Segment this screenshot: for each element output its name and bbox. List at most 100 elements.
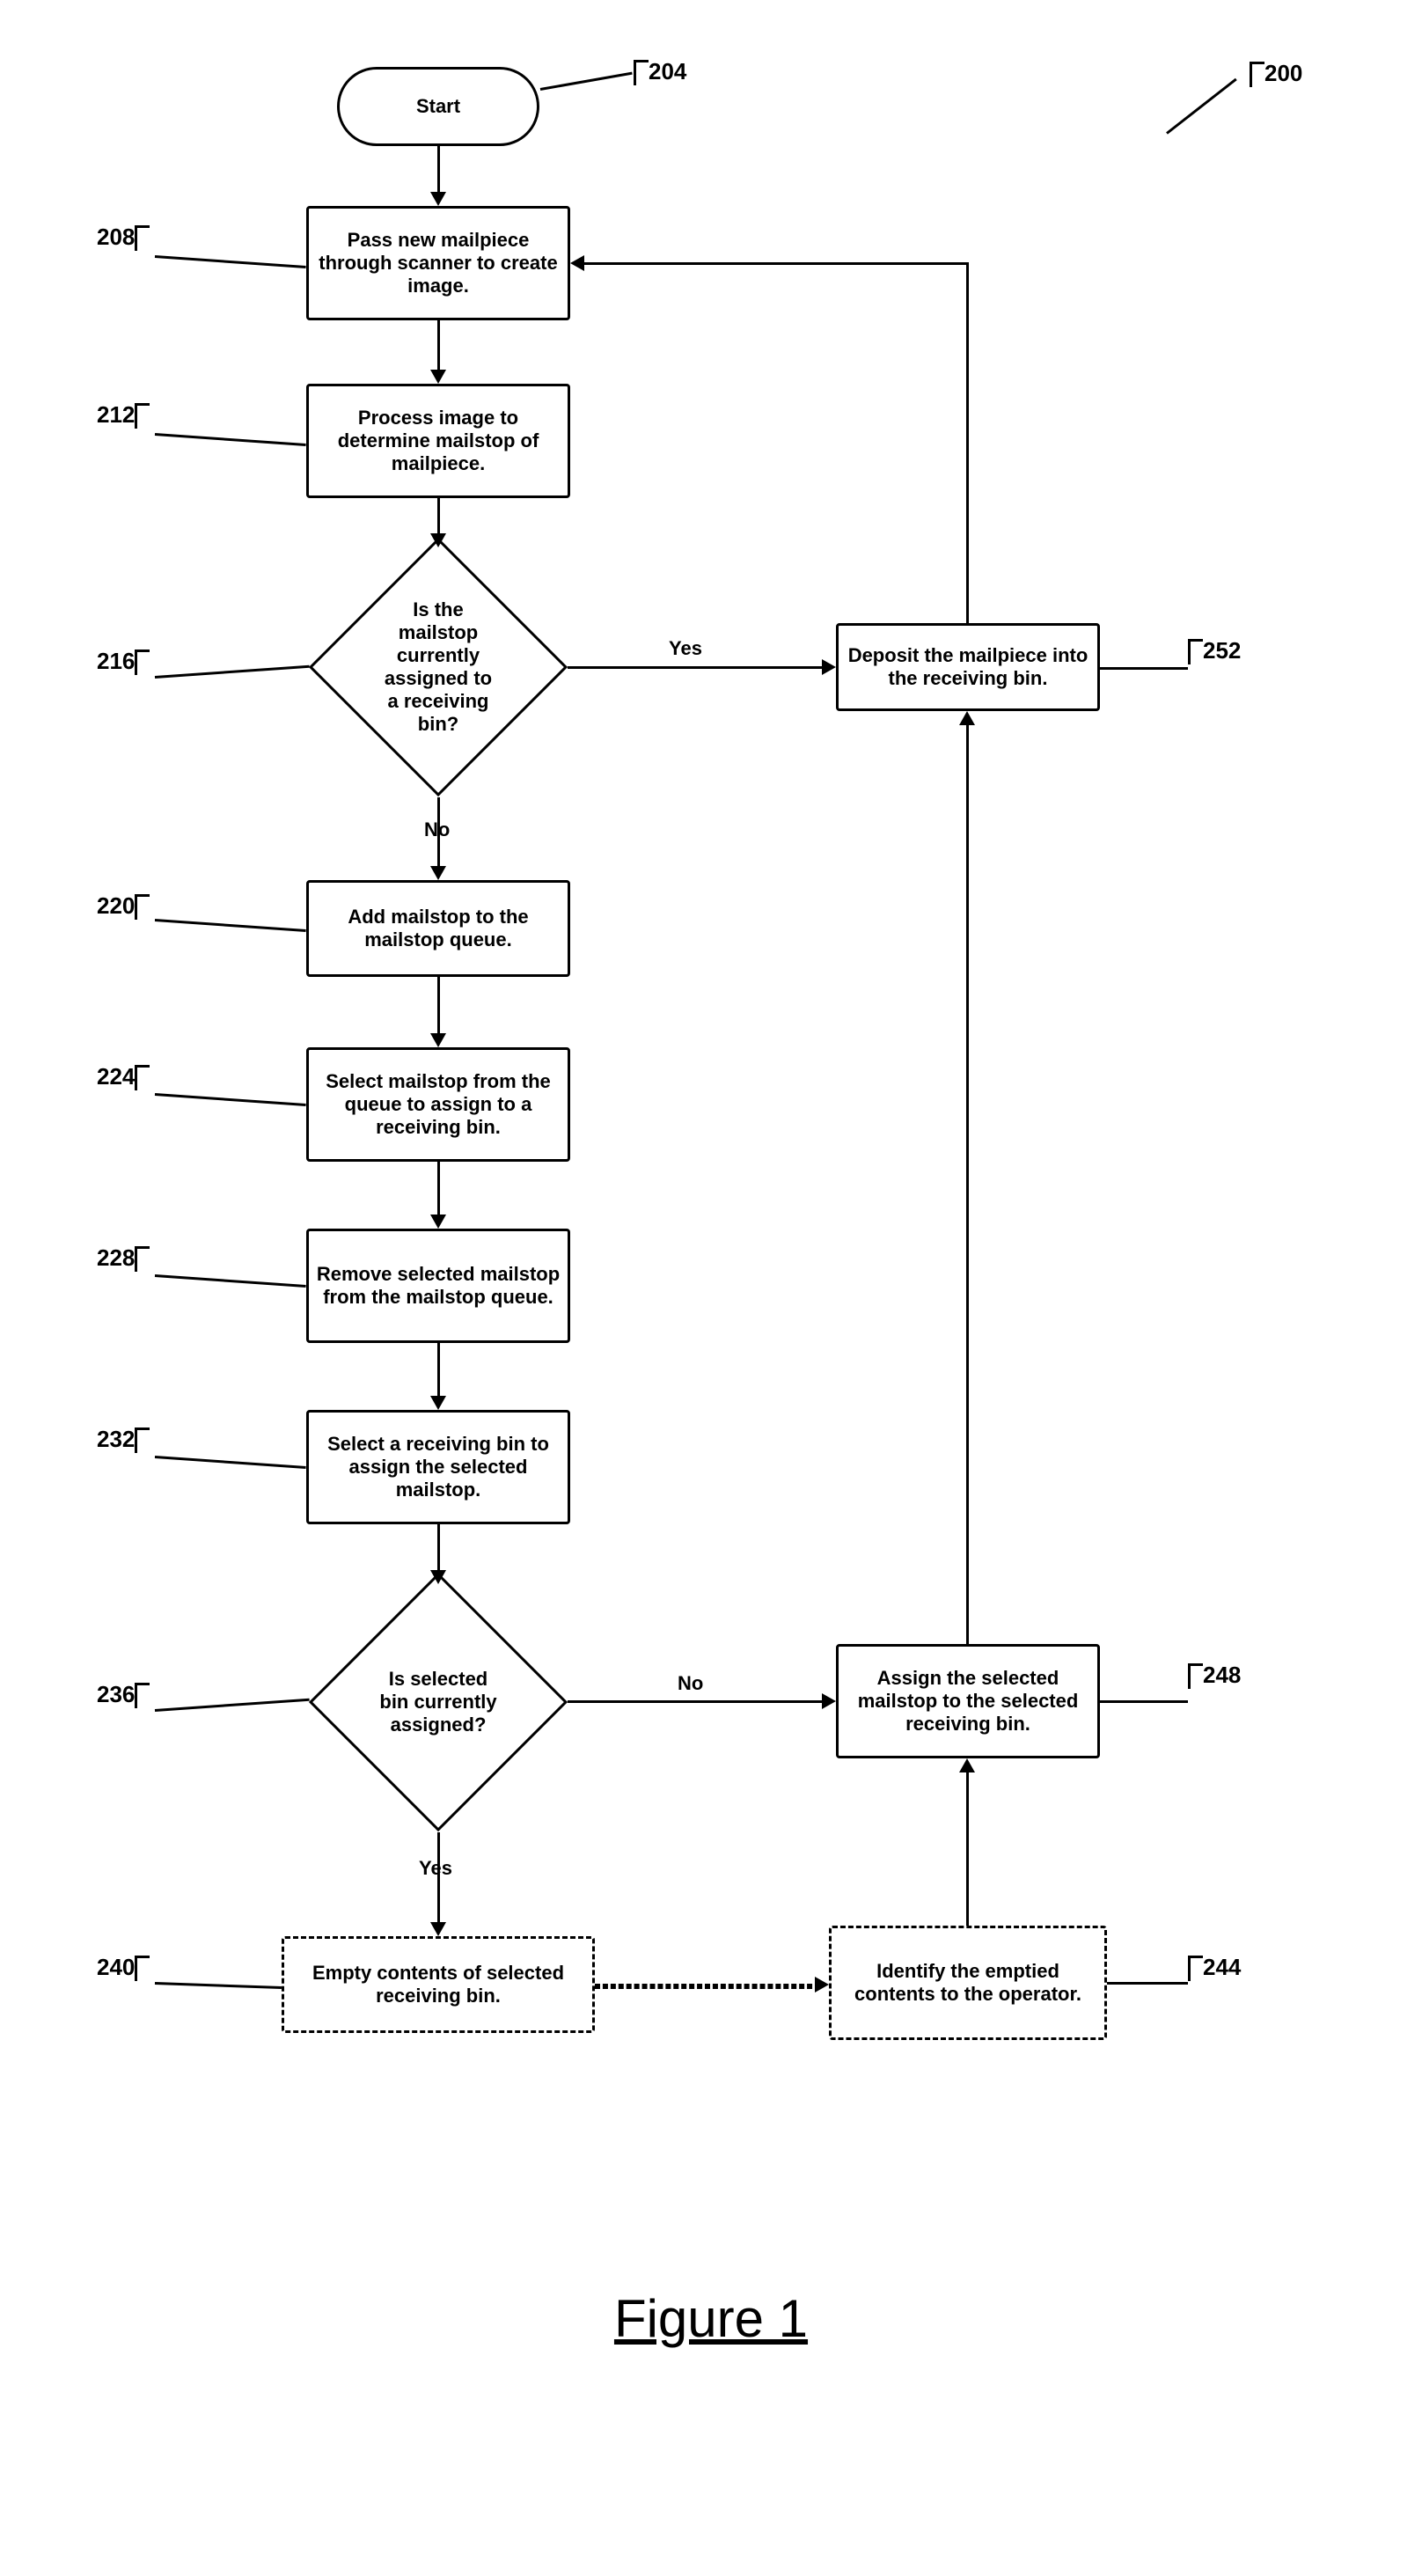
edge-228-232-arrow [430,1396,446,1410]
edge-236-248-arrow [822,1693,836,1709]
node-240-text: Empty contents of selected receiving bin… [291,1962,585,2007]
edge-252-208-v [966,262,969,623]
ref-220: 220 [97,892,150,920]
ref-200-text: 200 [1264,60,1302,86]
ref-244-lead [1107,1982,1188,1985]
ref-252: 252 [1188,637,1241,664]
node-232-text: Select a receiving bin to assign the sel… [316,1433,561,1501]
ref-208-text: 208 [97,224,135,250]
edge-228-232 [437,1343,440,1396]
ref-236: 236 [97,1681,150,1708]
edge-248-252-arrow [959,711,975,725]
ref-204-text: 204 [649,58,686,84]
edge-236-248 [568,1700,822,1703]
edge-start-208 [437,146,440,192]
ref-252-text: 252 [1203,637,1241,664]
edge-224-228 [437,1162,440,1215]
edge-244-248-arrow [959,1758,975,1772]
ref-204: 204 [634,58,686,85]
ref-232-text: 232 [97,1426,135,1452]
ref-212: 212 [97,401,150,429]
edge-248-252 [966,725,969,1644]
node-236-text: Is selected bin currently assigned? [379,1668,497,1736]
node-224: Select mailstop from the queue to assign… [306,1047,570,1162]
ref-216: 216 [97,648,150,675]
edge-216-252 [568,666,822,669]
ref-236-text: 236 [97,1681,135,1707]
ref-228: 228 [97,1244,150,1272]
ref-240-lead [155,1982,282,1989]
ref-200-lead [1166,78,1237,135]
label-yes-216: Yes [669,637,702,660]
edge-224-228-arrow [430,1215,446,1229]
ref-224-lead [155,1093,306,1106]
node-244: Identify the emptied contents to the ope… [829,1926,1107,2040]
ref-240-text: 240 [97,1954,135,1980]
edge-252-208-arrow [570,255,584,271]
node-224-text: Select mailstop from the queue to assign… [316,1070,561,1139]
ref-208: 208 [97,224,150,251]
ref-248-lead [1100,1700,1188,1703]
edge-252-208-h [584,262,969,265]
label-no-236: No [678,1672,703,1695]
edge-212-216-arrow [430,533,446,547]
ref-228-text: 228 [97,1244,135,1271]
ref-224-text: 224 [97,1063,135,1090]
ref-212-lead [155,433,306,446]
node-208-text: Pass new mailpiece through scanner to cr… [316,229,561,297]
ref-212-text: 212 [97,401,135,428]
node-start-text: Start [416,95,460,118]
node-228: Remove selected mailstop from the mailst… [306,1229,570,1343]
ref-220-text: 220 [97,892,135,919]
edge-220-224-arrow [430,1033,446,1047]
ref-248-text: 248 [1203,1662,1241,1688]
node-244-text: Identify the emptied contents to the ope… [839,1960,1097,2006]
node-248-text: Assign the selected mailstop to the sele… [846,1667,1090,1736]
ref-208-lead [155,255,306,268]
ref-244-text: 244 [1203,1954,1241,1980]
edge-232-236-arrow [430,1570,446,1584]
node-232: Select a receiving bin to assign the sel… [306,1410,570,1524]
ref-216-text: 216 [97,648,135,674]
edge-216-252-arrow [822,659,836,675]
edge-232-236 [437,1524,440,1570]
figure-caption: Figure 1 [35,2288,1387,2349]
edge-216-220-arrow [430,866,446,880]
ref-224: 224 [97,1063,150,1090]
ref-220-lead [155,919,306,932]
edge-start-208-arrow [430,192,446,206]
edge-208-212-arrow [430,370,446,384]
node-228-text: Remove selected mailstop from the mailst… [316,1263,561,1309]
node-220-text: Add mailstop to the mailstop queue. [316,906,561,951]
node-212: Process image to determine mailstop of m… [306,384,570,498]
edge-212-216 [437,498,440,533]
edge-208-212 [437,320,440,370]
node-220: Add mailstop to the mailstop queue. [306,880,570,977]
node-216: Is the mailstop currently assigned to a … [309,538,568,796]
ref-240: 240 [97,1954,150,1981]
edge-220-224 [437,977,440,1033]
ref-232-lead [155,1456,306,1469]
ref-244: 244 [1188,1954,1241,1981]
ref-228-lead [155,1274,306,1288]
ref-200: 200 [1250,60,1302,87]
label-no-216: No [424,818,450,841]
node-240: Empty contents of selected receiving bin… [282,1936,595,2033]
ref-252-lead [1100,667,1188,670]
ref-232: 232 [97,1426,150,1453]
edge-236-240-arrow [430,1922,446,1936]
node-208: Pass new mailpiece through scanner to cr… [306,206,570,320]
flowchart-canvas: 200 Start 204 Pass new mailpiece through… [35,35,1387,2541]
edge-240-244 [595,1984,820,1989]
ref-204-lead [540,72,633,91]
ref-236-lead [155,1699,310,1712]
node-252-text: Deposit the mailpiece into the receiving… [846,644,1090,690]
node-248: Assign the selected mailstop to the sele… [836,1644,1100,1758]
label-yes-236: Yes [419,1857,452,1880]
node-236: Is selected bin currently assigned? [309,1573,568,1831]
node-start: Start [337,67,539,146]
edge-240-244-arrow [815,1977,829,1993]
edge-244-248 [966,1772,969,1926]
node-216-text: Is the mailstop currently assigned to a … [379,598,497,736]
ref-248: 248 [1188,1662,1241,1689]
